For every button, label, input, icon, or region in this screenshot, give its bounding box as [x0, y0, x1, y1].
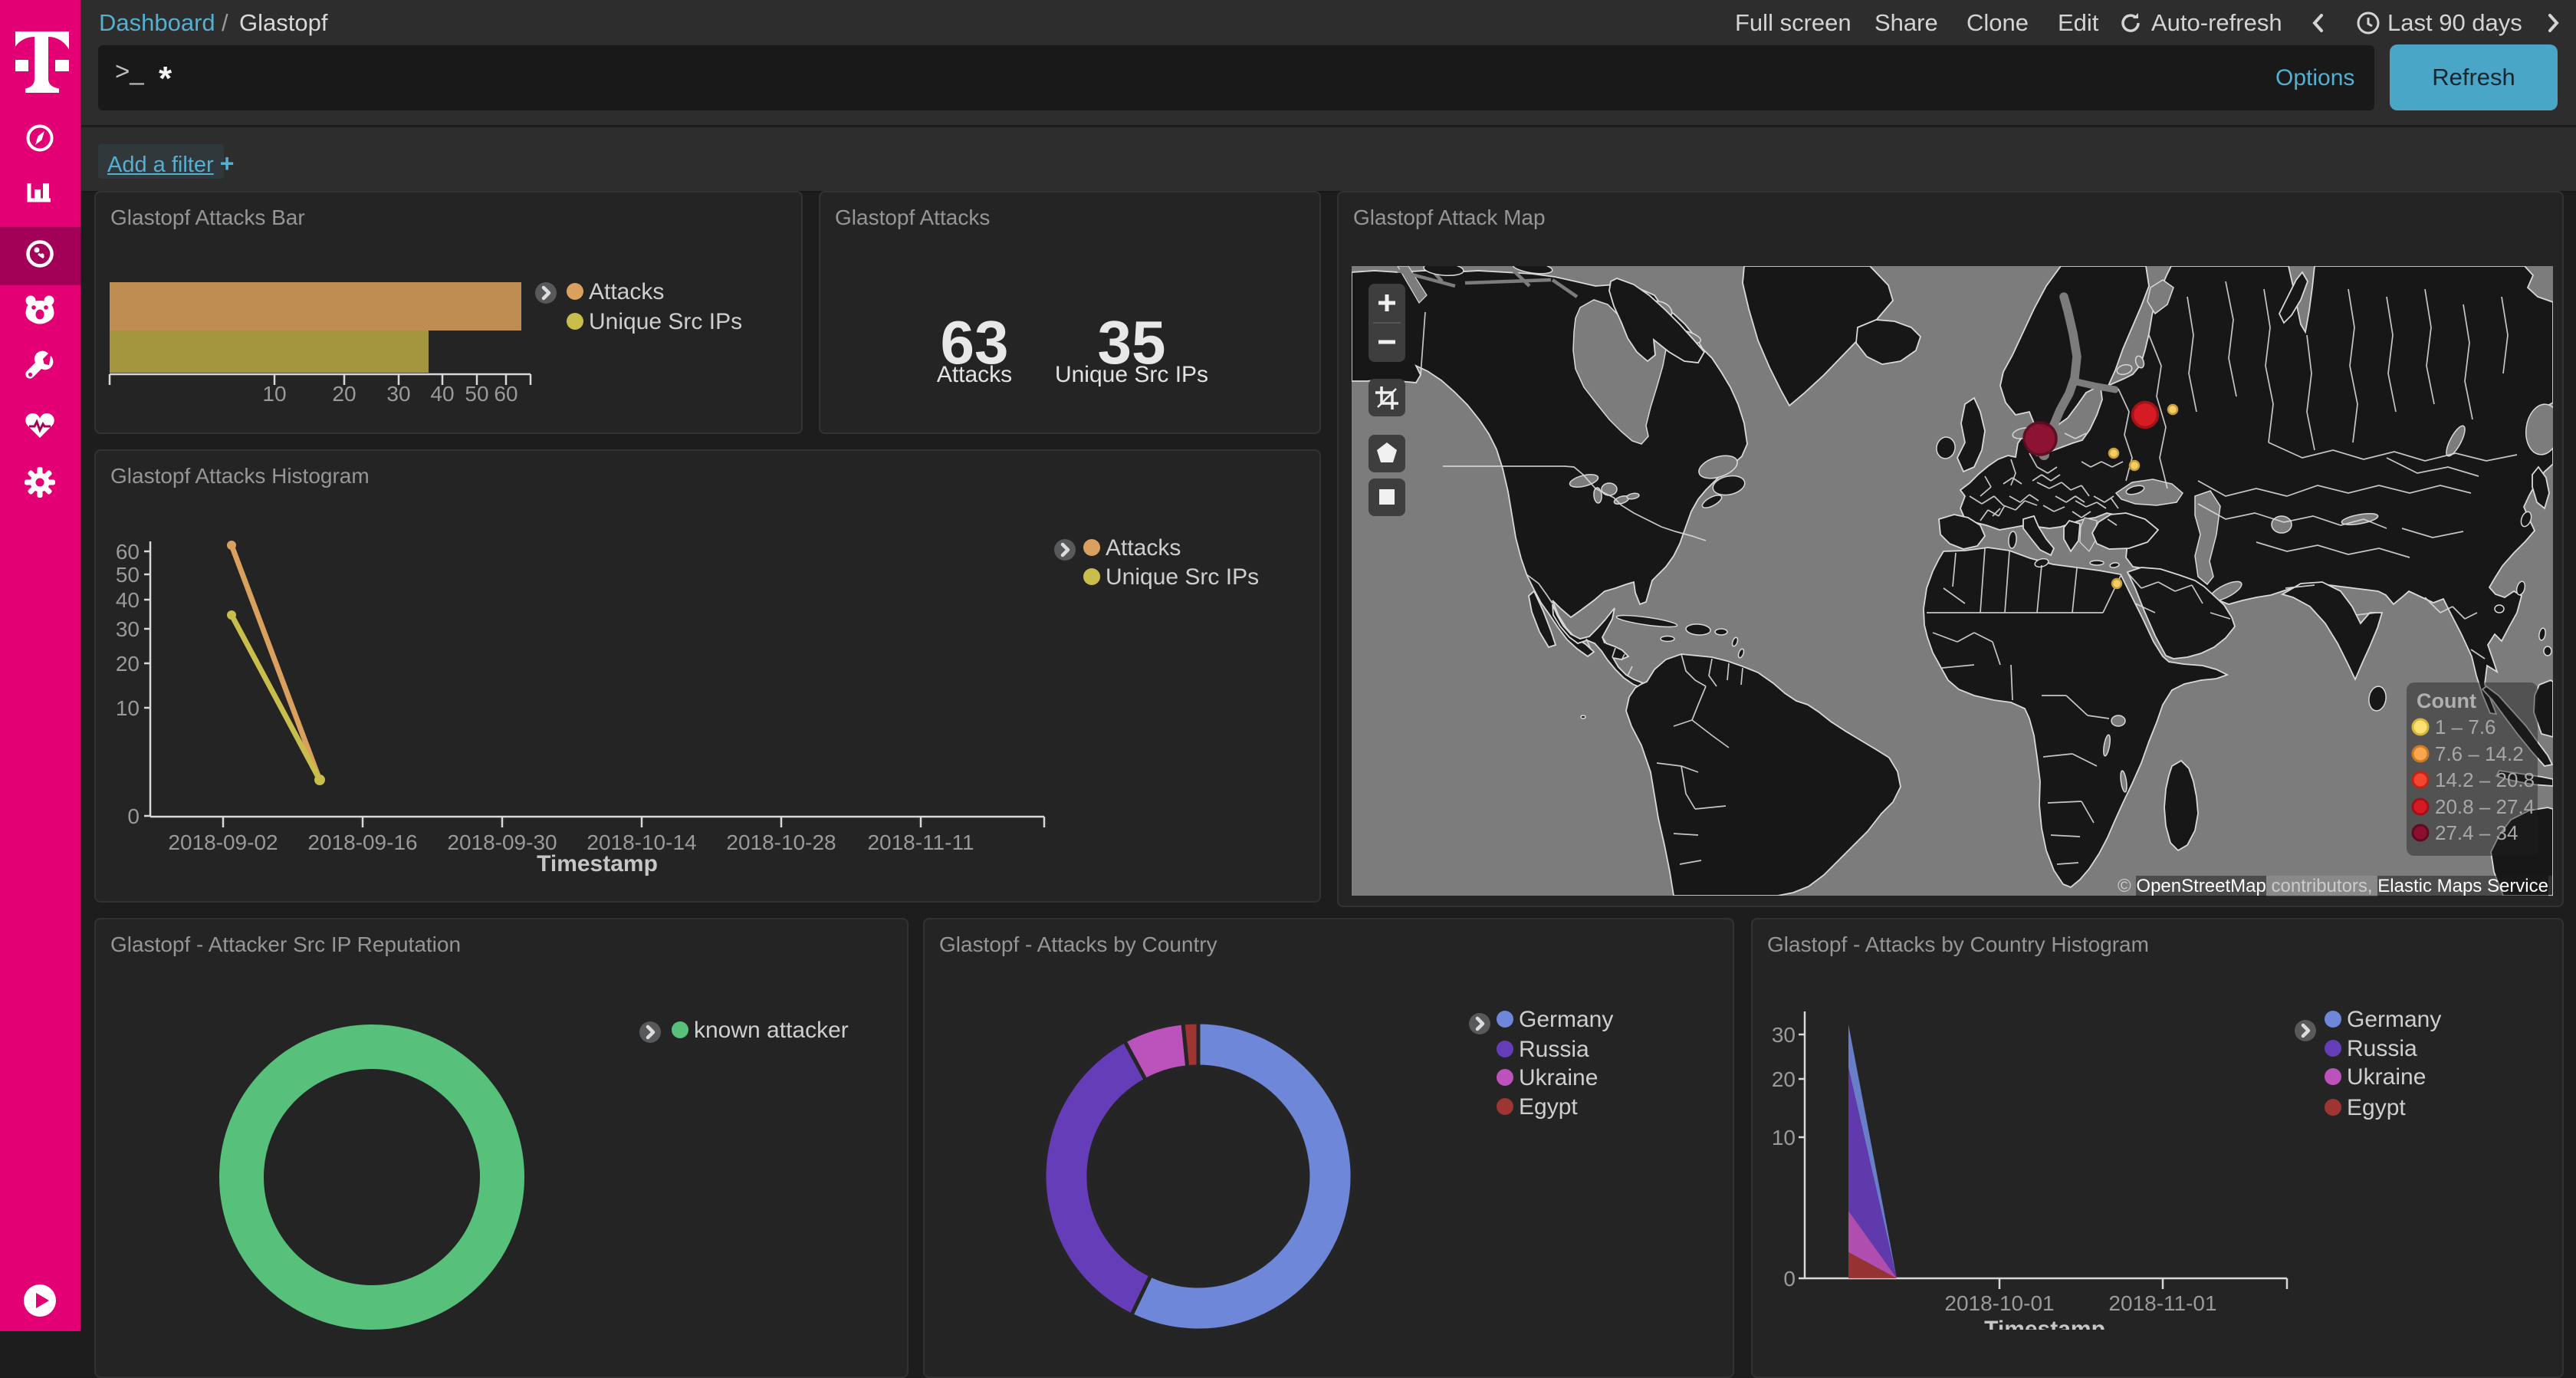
svg-text:50: 50: [116, 563, 140, 587]
svg-text:10: 10: [1772, 1126, 1796, 1149]
svg-text:2018-10-28: 2018-10-28: [726, 830, 836, 854]
svg-text:20: 20: [1772, 1067, 1796, 1091]
svg-text:20: 20: [332, 382, 356, 406]
svg-text:60: 60: [494, 382, 518, 406]
svg-text:0: 0: [127, 804, 140, 828]
svg-text:Russia: Russia: [2347, 1036, 2417, 1061]
svg-text:2018-09-16: 2018-09-16: [307, 830, 417, 854]
svg-text:Germany: Germany: [2347, 1007, 2441, 1032]
svg-text:2018-11-11: 2018-11-11: [867, 830, 974, 854]
svg-text:30: 30: [116, 617, 140, 641]
svg-text:40: 40: [116, 588, 140, 612]
svg-text:40: 40: [430, 382, 454, 406]
svg-text:Timestamp: Timestamp: [537, 851, 658, 876]
svg-text:0: 0: [1783, 1267, 1796, 1291]
svg-text:30: 30: [1772, 1023, 1796, 1047]
svg-text:10: 10: [262, 382, 286, 406]
svg-text:known attacker: known attacker: [694, 1018, 849, 1043]
svg-text:60: 60: [116, 540, 140, 564]
svg-text:Timestamp: Timestamp: [1984, 1317, 2105, 1330]
svg-text:2018-11-01: 2018-11-01: [2108, 1291, 2216, 1315]
svg-text:20: 20: [116, 652, 140, 676]
svg-text:Attacks: Attacks: [589, 279, 664, 304]
svg-text:Unique Src IPs: Unique Src IPs: [1106, 564, 1259, 590]
svg-text:2018-10-01: 2018-10-01: [1944, 1291, 2054, 1315]
svg-text:Unique Src IPs: Unique Src IPs: [589, 309, 742, 334]
svg-text:Egypt: Egypt: [2347, 1095, 2406, 1120]
svg-text:10: 10: [116, 696, 140, 720]
svg-text:2018-09-02: 2018-09-02: [168, 830, 278, 854]
svg-text:50: 50: [465, 382, 488, 406]
svg-text:Egypt: Egypt: [1519, 1094, 1578, 1120]
svg-text:30: 30: [386, 382, 410, 406]
svg-text:Attacks: Attacks: [1106, 535, 1181, 561]
svg-text:Ukraine: Ukraine: [2347, 1064, 2426, 1090]
svg-text:Germany: Germany: [1519, 1007, 1613, 1032]
svg-text:Ukraine: Ukraine: [1519, 1065, 1598, 1090]
svg-text:Russia: Russia: [1519, 1037, 1589, 1062]
